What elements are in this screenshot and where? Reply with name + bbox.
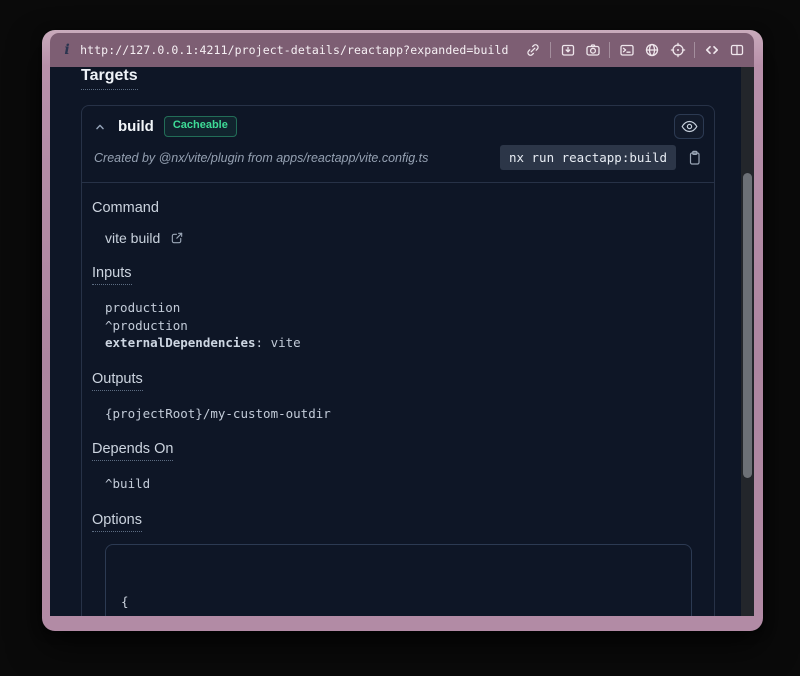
page-scrollbar[interactable] xyxy=(741,67,754,616)
input-item: ^production xyxy=(105,317,698,335)
depends-on-section-label[interactable]: Depends On xyxy=(92,441,698,461)
input-item: production xyxy=(105,299,698,317)
command-section-label: Command xyxy=(92,200,698,216)
build-target-header[interactable]: build Cacheable xyxy=(82,106,714,141)
target-name: build xyxy=(118,118,154,135)
command-text: vite build xyxy=(105,230,160,246)
output-item: {projectRoot}/my-custom-outdir xyxy=(105,405,698,423)
external-link-icon[interactable] xyxy=(169,231,184,246)
terminal-icon[interactable] xyxy=(618,38,635,62)
code-icon[interactable] xyxy=(703,38,720,62)
input-item: externalDependencies: vite xyxy=(105,334,698,352)
view-in-graph-button[interactable] xyxy=(674,114,704,139)
cacheable-badge: Cacheable xyxy=(164,116,237,136)
created-by-text: Created by @nx/vite/plugin from apps/rea… xyxy=(94,151,428,165)
options-section-label[interactable]: Options xyxy=(92,512,698,532)
browser-toolbar: i http://127.0.0.1:4211/project-details/… xyxy=(50,33,754,67)
build-target-body: Command vite build xyxy=(82,183,714,616)
screenshot-save-icon[interactable] xyxy=(559,38,576,62)
camera-icon[interactable] xyxy=(584,38,601,62)
inputs-section-label[interactable]: Inputs xyxy=(92,265,698,285)
build-target-card: build Cacheable Created by @nx/vite/plug… xyxy=(81,105,715,616)
depends-on-label-text: Depends On xyxy=(92,441,173,461)
toolbar-separator xyxy=(694,42,695,58)
outputs-section-label[interactable]: Outputs xyxy=(92,371,698,391)
scrollbar-thumb[interactable] xyxy=(743,173,752,478)
targets-heading: Targets xyxy=(81,67,138,90)
outputs-label-text: Outputs xyxy=(92,371,143,391)
globe-icon[interactable] xyxy=(644,38,661,62)
options-label-text: Options xyxy=(92,512,142,532)
toolbar-separator xyxy=(609,42,610,58)
options-json-block: { "cwd": "apps/reactapp" } xyxy=(105,544,692,617)
input-key: externalDependencies xyxy=(105,335,256,350)
project-details-page: Targets build Cacheable xyxy=(50,67,741,616)
browser-viewport: Targets build Cacheable xyxy=(50,67,754,616)
run-command-chip: nx run reactapp:build xyxy=(500,145,676,170)
input-value: : vite xyxy=(256,335,301,350)
toolbar-separator xyxy=(550,42,551,58)
json-open-brace: { xyxy=(121,593,676,611)
split-view-icon[interactable] xyxy=(729,38,746,62)
command-label-text: Command xyxy=(92,200,159,216)
url-text[interactable]: http://127.0.0.1:4211/project-details/re… xyxy=(80,43,508,57)
depends-on-item: ^build xyxy=(105,475,698,493)
target-icon[interactable] xyxy=(669,38,686,62)
copy-icon[interactable] xyxy=(684,148,704,168)
browser-window: i http://127.0.0.1:4211/project-details/… xyxy=(42,30,763,631)
info-icon: i xyxy=(62,42,72,58)
build-target-subheader: Created by @nx/vite/plugin from apps/rea… xyxy=(82,141,714,183)
command-value: vite build xyxy=(105,230,698,246)
link-icon[interactable] xyxy=(525,38,542,62)
chevron-up-icon[interactable] xyxy=(92,119,108,135)
inputs-label-text: Inputs xyxy=(92,265,132,285)
